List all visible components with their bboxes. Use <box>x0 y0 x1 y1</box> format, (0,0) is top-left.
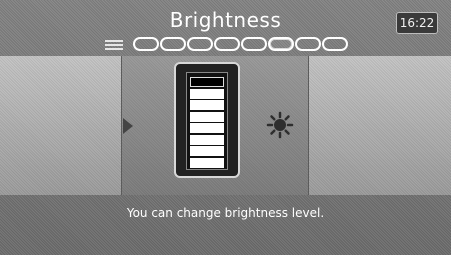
brightness-meter <box>186 72 228 170</box>
brightness-segment[interactable] <box>190 123 224 133</box>
brightness-segment[interactable] <box>190 134 224 145</box>
page-indicator[interactable] <box>241 37 267 51</box>
page-indicator[interactable] <box>187 37 213 51</box>
brightness-segment[interactable] <box>190 111 224 122</box>
menu-icon[interactable] <box>105 39 123 51</box>
play-icon <box>123 118 133 134</box>
left-panel <box>0 56 122 195</box>
sun-icon <box>266 111 294 139</box>
brightness-segment[interactable] <box>190 146 224 156</box>
right-panel <box>309 56 451 195</box>
page-indicator-active[interactable] <box>268 37 294 51</box>
brightness-slider[interactable] <box>174 62 240 178</box>
brightness-segment[interactable] <box>190 157 224 168</box>
page-indicator[interactable] <box>295 37 321 51</box>
brightness-segment[interactable] <box>190 88 224 99</box>
page-indicator[interactable] <box>322 37 348 51</box>
brightness-segment[interactable] <box>190 77 224 87</box>
page-title: Brightness <box>169 8 282 32</box>
page-indicator[interactable] <box>214 37 240 51</box>
screen: Brightness 16:22 You can change brightne… <box>0 0 451 255</box>
page-indicator[interactable] <box>160 37 186 51</box>
brightness-segment[interactable] <box>190 100 224 110</box>
page-indicator[interactable] <box>133 37 159 51</box>
clock: 16:22 <box>396 12 438 34</box>
hint-text: You can change brightness level. <box>126 206 325 220</box>
